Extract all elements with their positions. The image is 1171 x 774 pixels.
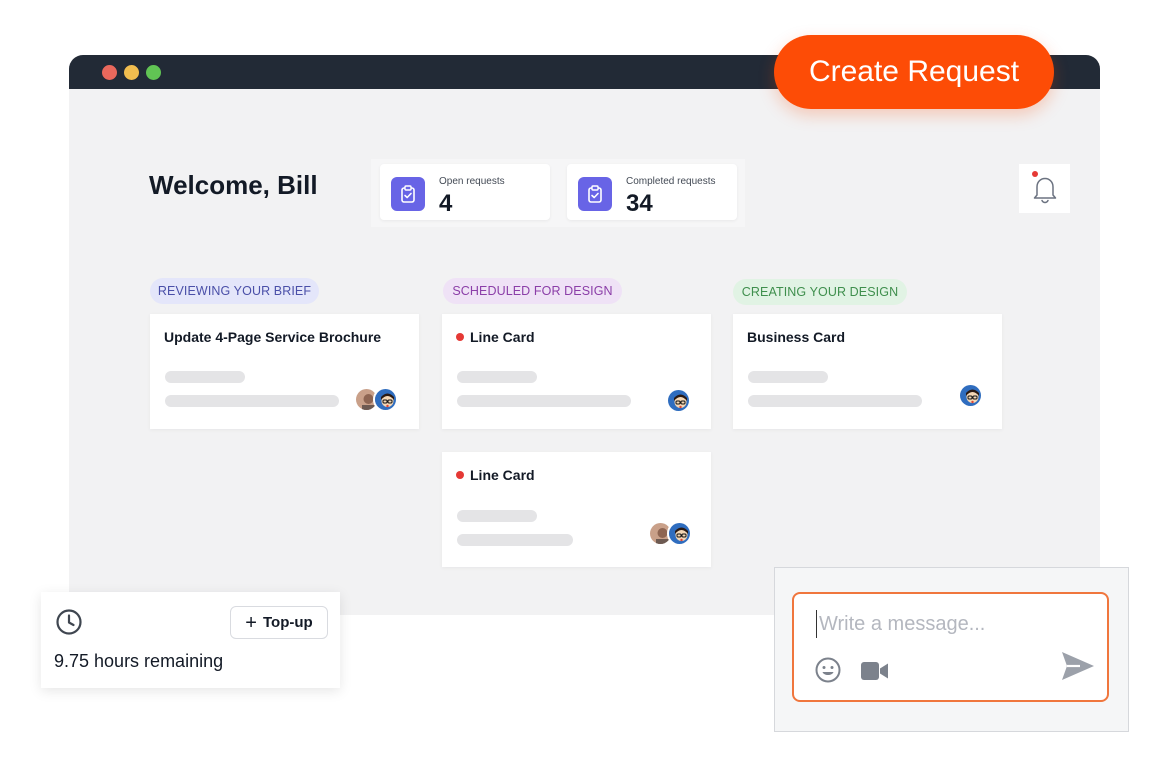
stage: Create Request Welcome, Bill Open reques…	[0, 0, 1171, 774]
send-icon[interactable]	[1060, 650, 1096, 682]
urgent-dot	[456, 471, 464, 479]
hours-remaining-panel: + Top-up 9.75 hours remaining	[41, 592, 340, 688]
skeleton-line	[457, 395, 631, 407]
stat-value: 34	[626, 190, 653, 217]
topup-button[interactable]: + Top-up	[230, 606, 328, 639]
avatar	[958, 383, 983, 408]
emoji-icon[interactable]	[814, 656, 842, 684]
clipboard-check-icon	[391, 177, 425, 211]
welcome-heading: Welcome, Bill	[149, 170, 318, 200]
skeleton-line	[457, 510, 537, 522]
stat-label: Open requests	[439, 176, 505, 187]
skeleton-line	[165, 371, 245, 383]
stat-label: Completed requests	[626, 176, 716, 187]
maximize-window-dot[interactable]	[146, 65, 161, 80]
clipboard-check-icon	[578, 177, 612, 211]
card-title-row: Line Card	[456, 467, 535, 483]
assignee-avatars	[958, 383, 983, 408]
skeleton-line	[748, 395, 922, 407]
card-title: Business Card	[747, 329, 846, 345]
request-card[interactable]: Line Card	[442, 314, 711, 429]
stats-panel: Open requests 4 Completed requests 34	[371, 159, 745, 227]
avatar	[667, 521, 692, 546]
assignee-avatars	[354, 387, 398, 412]
skeleton-line	[748, 371, 828, 383]
message-composer-panel	[774, 567, 1129, 732]
topup-label: Top-up	[262, 614, 313, 631]
status-scheduled-design: SCHEDULED FOR DESIGN	[443, 278, 622, 304]
skeleton-line	[457, 371, 537, 383]
card-title: Line Card	[470, 329, 535, 345]
assignee-avatars	[648, 521, 692, 546]
request-card[interactable]: Update 4-Page Service Brochure	[150, 314, 419, 429]
clock-icon	[56, 609, 82, 635]
plus-icon: +	[245, 611, 257, 634]
message-box	[792, 592, 1109, 702]
hours-remaining-text: 9.75 hours remaining	[54, 651, 224, 671]
request-card[interactable]: Business Card	[733, 314, 1002, 429]
skeleton-line	[457, 534, 573, 546]
video-icon[interactable]	[860, 660, 890, 682]
message-input[interactable]	[816, 610, 1086, 638]
close-window-dot[interactable]	[102, 65, 117, 80]
stat-value: 4	[439, 190, 453, 217]
urgent-dot	[456, 333, 464, 341]
avatar	[666, 388, 691, 413]
status-reviewing-brief: REVIEWING YOUR BRIEF	[150, 278, 319, 304]
notification-badge	[1032, 171, 1038, 177]
stat-completed-requests[interactable]: Completed requests 34	[567, 164, 737, 220]
card-title: Update 4-Page Service Brochure	[164, 329, 382, 345]
request-card[interactable]: Line Card	[442, 452, 711, 567]
bell-icon	[1033, 177, 1056, 203]
create-request-button[interactable]: Create Request	[774, 35, 1054, 109]
status-creating-design: CREATING YOUR DESIGN	[733, 279, 907, 305]
minimize-window-dot[interactable]	[124, 65, 139, 80]
card-title-row: Line Card	[456, 329, 535, 345]
assignee-avatars	[666, 388, 691, 413]
card-title: Line Card	[470, 467, 535, 483]
stat-open-requests[interactable]: Open requests 4	[380, 164, 550, 220]
notifications-button[interactable]	[1019, 164, 1070, 213]
skeleton-line	[165, 395, 339, 407]
avatar	[373, 387, 398, 412]
